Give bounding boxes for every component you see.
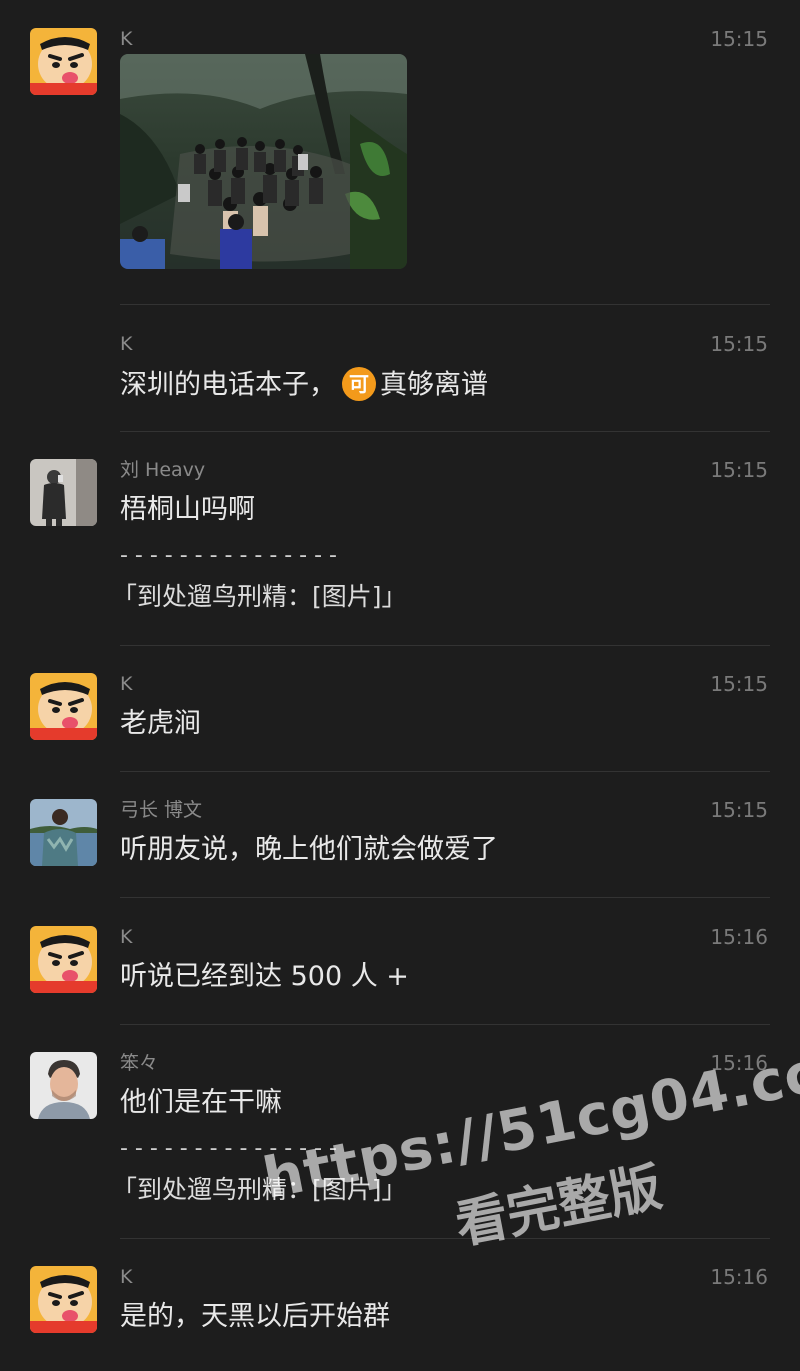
message-text[interactable]: 是的，天黑以后开始群 <box>120 1300 390 1334</box>
message-item: K 15:15 深圳的电话本子，可真够离谱 <box>0 333 800 433</box>
message-photo[interactable] <box>120 54 407 269</box>
sender-name: 刘 Heavy <box>120 459 206 481</box>
message-item: 笨々 15:16 他们是在干嘛 - - - - - - - - - - - - … <box>0 1052 800 1232</box>
sender-name: 弓长 博文 <box>120 799 203 821</box>
message-item: 刘 Heavy 15:15 梧桐山吗啊 - - - - - - - - - - … <box>0 459 800 639</box>
message-divider <box>120 304 770 305</box>
ke-emoji-icon: 可 <box>342 367 376 401</box>
message-text[interactable]: 深圳的电话本子，可真够离谱 <box>120 367 488 405</box>
sender-name: K <box>120 28 133 50</box>
message-divider <box>120 431 770 432</box>
avatar[interactable] <box>30 459 97 526</box>
message-text[interactable]: 听说已经到达 500 人 + <box>120 960 409 994</box>
avatar[interactable] <box>30 926 97 993</box>
message-time: 15:15 <box>710 27 768 51</box>
crowd-photo-image <box>120 54 407 269</box>
quote-separator: - - - - - - - - - - - - - - - <box>120 543 337 568</box>
message-item: 弓长 博文 15:15 听朋友说，晚上他们就会做爱了 <box>0 799 800 899</box>
avatar[interactable] <box>30 1266 97 1333</box>
chat-message-list[interactable]: K 15:15 K 15:15 深圳的电话本子， 可 真够离谱 刘 Heavy … <box>0 0 800 1371</box>
message-time: 15:15 <box>710 672 768 696</box>
avatar[interactable] <box>30 28 97 95</box>
quoted-reply[interactable]: 「到处遛鸟刑精：[图片]」 <box>112 1174 407 1206</box>
message-text-part: 真够离谱 <box>380 369 488 401</box>
message-text[interactable]: 他们是在干嘛 <box>120 1086 282 1120</box>
message-text[interactable]: 听朋友说，晚上他们就会做爱了 <box>120 833 498 867</box>
message-time: 15:15 <box>710 332 768 356</box>
message-time: 15:16 <box>710 1265 768 1289</box>
message-item: K 15:15 <box>0 28 800 308</box>
avatar[interactable] <box>30 673 97 740</box>
shin-chan-avatar-icon <box>30 28 97 95</box>
message-text[interactable]: 老虎涧 <box>120 707 201 741</box>
person-photo-avatar-icon <box>30 459 97 526</box>
sender-name: K <box>120 1266 133 1288</box>
sender-name: K <box>120 333 133 355</box>
message-time: 15:15 <box>710 798 768 822</box>
message-divider <box>120 1024 770 1025</box>
sender-name: K <box>120 673 133 695</box>
sender-name: 笨々 <box>120 1052 159 1074</box>
cartoon-man-avatar-icon <box>30 1052 97 1119</box>
message-item: K 15:16 听说已经到达 500 人 + <box>0 926 800 1026</box>
message-item: K 15:15 老虎涧 <box>0 673 800 773</box>
message-item: K 15:16 是的，天黑以后开始群 <box>0 1266 800 1366</box>
message-divider <box>120 645 770 646</box>
avatar[interactable] <box>30 1052 97 1119</box>
quoted-reply[interactable]: 「到处遛鸟刑精：[图片]」 <box>112 581 407 613</box>
shin-chan-avatar-icon <box>30 926 97 993</box>
person-lake-avatar-icon <box>30 799 97 866</box>
message-time: 15:16 <box>710 925 768 949</box>
message-time: 15:15 <box>710 458 768 482</box>
message-divider <box>120 1238 770 1239</box>
shin-chan-avatar-icon <box>30 1266 97 1333</box>
message-divider <box>120 771 770 772</box>
message-text[interactable]: 梧桐山吗啊 <box>120 493 255 527</box>
quote-separator: - - - - - - - - - - - - - - - <box>120 1136 337 1161</box>
sender-name: K <box>120 926 133 948</box>
message-text-part: 深圳的电话本子， <box>120 369 336 401</box>
avatar[interactable] <box>30 799 97 866</box>
message-divider <box>120 897 770 898</box>
shin-chan-avatar-icon <box>30 673 97 740</box>
message-time: 15:16 <box>710 1051 768 1075</box>
